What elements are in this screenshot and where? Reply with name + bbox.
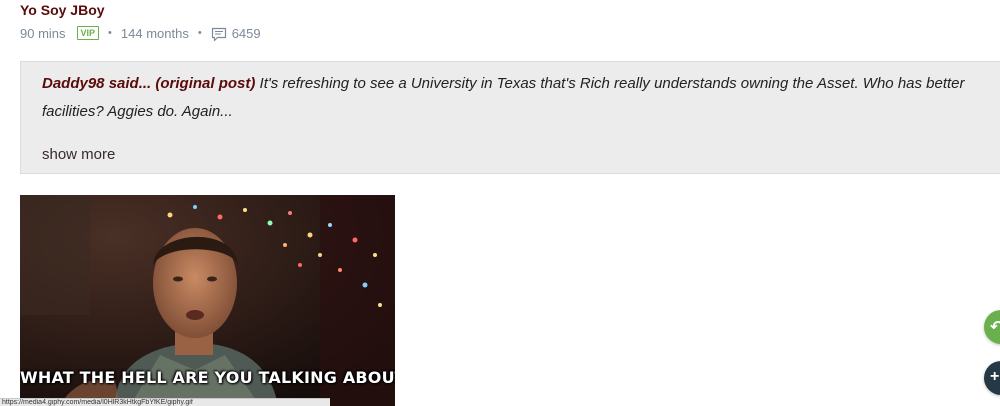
quick-reply-button[interactable]: ↶ [984,310,1000,344]
plus-icon: + [990,368,1000,385]
speech-bubble-icon [211,26,227,42]
post-meta: 90 mins VIP • 144 months • 6459 [20,24,261,42]
original-post-link[interactable]: (original post) [155,75,255,92]
meta-separator: • [108,27,112,39]
new-post-button[interactable]: + [984,361,1000,395]
reply-count: 6459 [231,25,261,41]
post-author-link[interactable]: Yo Soy JBoy [20,2,105,18]
show-more-link[interactable]: show more [42,146,115,163]
reply-arrow-icon: ↶ [990,319,1000,336]
browser-status-url: https://media4.giphy.com/media/l0HlR3kHt… [0,398,330,406]
post-time: 90 mins [20,25,66,41]
quoted-post: Daddy98 said... (original post) It's ref… [20,61,1000,174]
member-duration: 144 months [120,25,189,41]
forum-post: Yo Soy JBoy 90 mins VIP • 144 months • 6… [0,0,1000,406]
meta-separator: • [197,27,202,39]
quote-author[interactable]: Daddy98 said... [42,75,151,92]
vip-badge: VIP [76,26,100,40]
quote-text: Daddy98 said... (original post) It's ref… [42,70,992,126]
embedded-gif[interactable]: WHAT THE HELL ARE YOU TALKING ABOUT? [20,195,395,406]
gif-caption: WHAT THE HELL ARE YOU TALKING ABOUT? [20,368,395,387]
